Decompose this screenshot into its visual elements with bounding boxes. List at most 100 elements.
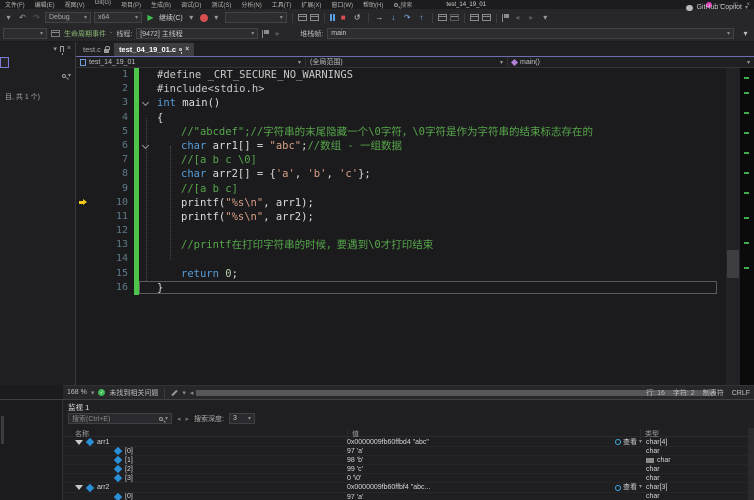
watch-row[interactable]: arr2 0x0000009fb60ffbf4 "abc... 查看 ▾ char[3] bbox=[63, 483, 754, 492]
code-line[interactable]: 4{ bbox=[76, 110, 754, 125]
restart-icon[interactable]: ↺ bbox=[352, 12, 363, 23]
menu-item[interactable]: 扩展(X) bbox=[296, 0, 326, 9]
github-copilot-badge[interactable]: GitHub Copilot ▾ bbox=[686, 4, 748, 11]
break-all-icon[interactable] bbox=[329, 14, 335, 21]
collapsed-scrollbar[interactable] bbox=[1, 416, 4, 444]
step-out-icon[interactable]: ↑ bbox=[416, 12, 427, 23]
menu-item[interactable]: 项目(P) bbox=[116, 0, 146, 9]
edit-mode-dropdown-icon[interactable]: ▾ bbox=[182, 389, 186, 397]
breakpoint-gutter[interactable] bbox=[76, 153, 100, 167]
breakpoint-gutter[interactable] bbox=[76, 96, 100, 110]
breakpoint-gutter[interactable] bbox=[76, 68, 100, 82]
watch-row[interactable]: [0] 97 'a' char bbox=[63, 492, 754, 500]
watch-row[interactable]: [3] 0 '\0' char bbox=[63, 474, 754, 483]
pin-icon[interactable] bbox=[59, 45, 64, 55]
toolbar-overflow-icon[interactable]: ▾ bbox=[3, 12, 14, 23]
variable-value[interactable]: 0x0000009fb60ffbd4 "abc" bbox=[347, 438, 547, 446]
view-button[interactable]: 查看 bbox=[623, 438, 637, 447]
menu-item[interactable]: 工具(T) bbox=[267, 0, 297, 9]
bookmark-icon[interactable] bbox=[501, 13, 509, 22]
breakpoint-gutter[interactable] bbox=[76, 238, 100, 252]
variable-value[interactable]: 97 'a' bbox=[347, 447, 547, 455]
navigate-backward-icon[interactable] bbox=[437, 14, 447, 21]
tab-test-04-19-01-c[interactable]: test_04_19_01.c × bbox=[113, 43, 195, 56]
watch-search-input[interactable]: 搜索(Ctrl+E) ▾ bbox=[68, 413, 172, 424]
watch-row[interactable]: [1] 98 'b' char bbox=[63, 456, 754, 465]
menu-item[interactable]: 生成(B) bbox=[146, 0, 176, 9]
code-line[interactable]: 8 char arr2[] = {'a', 'b', 'c'}; bbox=[76, 167, 754, 182]
zoom-dropdown-icon[interactable]: ▾ bbox=[91, 389, 95, 397]
member-combo[interactable]: main() ▾ bbox=[508, 57, 754, 67]
code-line[interactable]: 11 printf("%s\n", arr2); bbox=[76, 209, 754, 225]
zoom-level[interactable]: 168 % bbox=[67, 389, 87, 396]
search-depth-combo[interactable]: 3 ▾ bbox=[228, 413, 255, 424]
search-next-icon[interactable]: ▸ bbox=[186, 415, 190, 423]
status-eol[interactable]: CRLF bbox=[732, 390, 750, 397]
breakpoint-gutter[interactable] bbox=[76, 125, 100, 139]
code-line[interactable]: 13 //printf在打印字符串的时候，要遇到\0才打印结束 bbox=[76, 238, 754, 253]
breakpoint-gutter[interactable] bbox=[76, 167, 100, 181]
immediate-window-icon[interactable] bbox=[481, 14, 491, 21]
code-line[interactable]: 7 //[a b c \0] bbox=[76, 153, 754, 168]
menu-item[interactable]: 视图(V) bbox=[60, 0, 90, 9]
code-line[interactable]: 15 return 0; bbox=[76, 266, 754, 281]
diagnostic-tools-icon[interactable] bbox=[297, 14, 307, 21]
continue-dropdown-icon[interactable]: ▾ bbox=[186, 12, 197, 23]
menu-item[interactable]: 调试(D) bbox=[176, 0, 206, 9]
toolbar2-overflow-icon[interactable]: ▾ bbox=[740, 28, 751, 39]
scrollbar-thumb[interactable] bbox=[727, 250, 739, 278]
copilot-dropdown-icon[interactable]: ▾ bbox=[745, 4, 748, 11]
code-line[interactable]: 2 #include<stdio.h> bbox=[76, 82, 754, 97]
stack-frame-combo[interactable]: main ▾ bbox=[327, 28, 734, 39]
code-editor[interactable]: 1 #define _CRT_SECURE_NO_WARNINGS 2 #includ… bbox=[76, 68, 754, 385]
redo-icon[interactable]: ↷ bbox=[31, 12, 42, 23]
edit-mode-icon[interactable] bbox=[171, 389, 179, 396]
search-prev-icon[interactable]: ◂ bbox=[177, 415, 181, 423]
code-line[interactable]: 12 bbox=[76, 224, 754, 239]
undo-icon[interactable]: ↶ bbox=[17, 12, 28, 23]
breakpoint-gutter[interactable] bbox=[76, 82, 100, 96]
solution-config-combo[interactable]: Debug ▾ bbox=[45, 12, 91, 23]
view-button[interactable]: 查看 bbox=[623, 483, 637, 492]
breakpoint-gutter[interactable] bbox=[76, 139, 100, 153]
debug-target-combo[interactable]: ▾ bbox=[224, 12, 287, 23]
thread-combo[interactable]: [9472] 主线程 ▾ bbox=[136, 28, 259, 39]
platform-combo[interactable]: x64 ▾ bbox=[94, 12, 142, 23]
breakpoint-gutter[interactable] bbox=[76, 111, 100, 125]
code-line[interactable]: 9 //[a b c] bbox=[76, 181, 754, 196]
fold-chevron-icon[interactable] bbox=[141, 99, 150, 107]
lifecycle-label[interactable]: 生命周期事件 bbox=[64, 29, 106, 39]
navigate-forward-icon[interactable] bbox=[449, 14, 459, 21]
tab-test-c[interactable]: test.c bbox=[78, 43, 114, 56]
menu-item[interactable]: Git(G) bbox=[90, 0, 116, 9]
next-bookmark-icon[interactable]: ▸ bbox=[526, 12, 537, 23]
continue-icon[interactable]: ▶ bbox=[145, 12, 156, 23]
watch-row[interactable]: [0] 97 'a' char bbox=[63, 447, 754, 456]
code-line[interactable]: 1 #define _CRT_SECURE_NO_WARNINGS bbox=[76, 68, 754, 83]
hot-reload-dropdown-icon[interactable]: ▾ bbox=[211, 12, 222, 23]
breakpoint-gutter[interactable] bbox=[76, 210, 100, 224]
code-line[interactable]: 10 printf("%s\n", arr1); bbox=[76, 195, 754, 210]
expander-icon[interactable] bbox=[75, 439, 83, 445]
continue-button[interactable]: 继续(C) bbox=[159, 13, 183, 23]
breakpoint-gutter[interactable] bbox=[76, 224, 100, 238]
variable-value[interactable]: 0x0000009fb60ffbf4 "abc... bbox=[347, 483, 547, 491]
code-line[interactable]: 3 int main() bbox=[76, 96, 754, 111]
menu-item[interactable]: 编辑(E) bbox=[30, 0, 60, 9]
scope-combo[interactable]: (全局范围) ▾ bbox=[306, 57, 508, 67]
editor-vertical-scrollbar[interactable] bbox=[726, 68, 740, 385]
menu-item[interactable]: 测试(S) bbox=[206, 0, 236, 9]
menu-item[interactable]: 窗口(W) bbox=[326, 0, 358, 9]
panel-search-controls[interactable]: ▾ bbox=[61, 72, 71, 79]
prev-bookmark-icon[interactable]: ◂ bbox=[512, 12, 523, 23]
stop-debugging-icon[interactable]: ■ bbox=[338, 12, 349, 23]
thread-nav-icon[interactable]: ▸ bbox=[273, 28, 282, 39]
horizontal-scrollbar-thumb[interactable] bbox=[196, 390, 716, 396]
variable-value[interactable]: 99 'c' bbox=[347, 465, 547, 473]
output-window-icon[interactable] bbox=[469, 14, 479, 21]
variable-value[interactable]: 97 'a' bbox=[347, 493, 547, 500]
code-line[interactable]: 6 char arr1[] = "abc";//数组 - 一组数据 bbox=[76, 138, 754, 154]
code-line[interactable]: 16} bbox=[76, 280, 754, 295]
step-into-icon[interactable]: ↓ bbox=[388, 12, 399, 23]
process-combo[interactable]: ▾ bbox=[3, 28, 47, 39]
